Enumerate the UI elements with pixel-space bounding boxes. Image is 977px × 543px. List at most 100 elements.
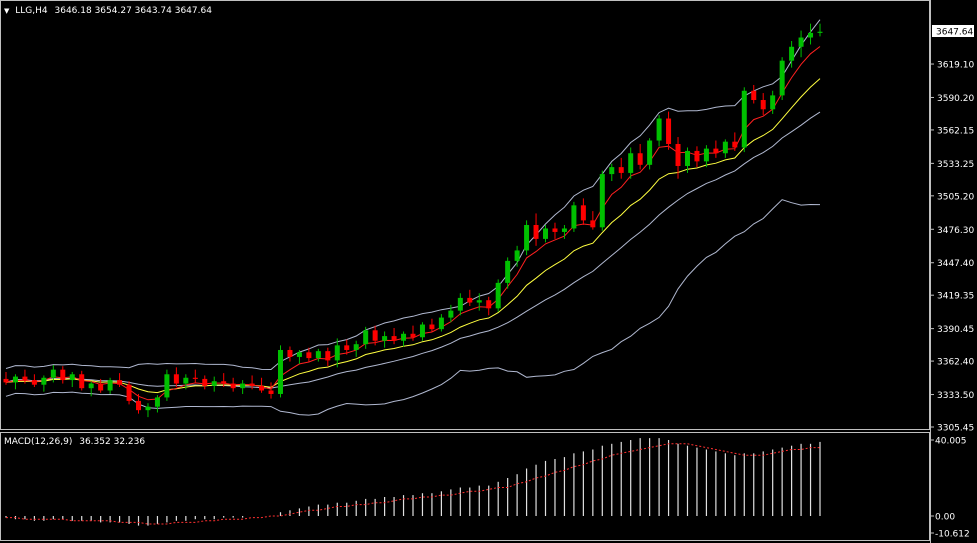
candle-body (808, 32, 814, 38)
candle-body (524, 225, 530, 251)
candle (12, 374, 18, 390)
candle (760, 93, 766, 116)
candle-body (401, 333, 407, 341)
candle (277, 345, 283, 398)
candle (514, 245, 520, 267)
candle-body (637, 153, 643, 165)
candle-body (306, 352, 312, 359)
macd-axis-ticks: 40.005 0.00 -10.612 (930, 437, 970, 540)
candle-body (344, 345, 350, 350)
price-tick-label: 3447.40 (937, 259, 974, 269)
candle (656, 115, 662, 147)
candle (457, 293, 463, 316)
candle-body (353, 344, 359, 350)
price-tick-label: 3562.15 (937, 126, 974, 136)
moving-averages (5, 46, 821, 401)
candle (524, 220, 530, 256)
candle-body (117, 380, 123, 385)
candle (3, 371, 9, 385)
candle-body (277, 349, 283, 394)
candle (401, 331, 407, 347)
candle (41, 375, 47, 392)
candle (230, 377, 236, 392)
candle (69, 371, 75, 388)
candle (296, 349, 302, 364)
candle (722, 139, 728, 158)
candle (486, 296, 492, 316)
price-tick-label: 3362.40 (937, 358, 974, 368)
candle-body (230, 383, 236, 389)
candle-body (12, 376, 18, 383)
candle (808, 23, 814, 45)
candle (467, 289, 473, 307)
candle-body (382, 336, 388, 341)
candle-body (609, 167, 615, 175)
candle-body (268, 390, 274, 394)
candle-body (334, 345, 340, 361)
candle-body (770, 95, 776, 110)
candle-body (722, 141, 728, 154)
candle-body (372, 330, 378, 341)
slow-ma-line (5, 78, 821, 394)
candle-body (789, 46, 795, 61)
candle-body (315, 351, 321, 359)
candle-body (259, 385, 265, 391)
candle (325, 347, 331, 367)
symbol-timeframe: LLG,H4 (15, 6, 48, 16)
candle-body (476, 300, 482, 303)
macd-header: MACD(12,26,9) 36.352 32.236 (4, 437, 145, 447)
candle-body (164, 374, 170, 398)
candle-body (618, 167, 624, 173)
candle-body (647, 140, 653, 165)
candle-body (391, 336, 397, 341)
price-tick-label: 3619.10 (937, 61, 974, 71)
main-chart-frame (0, 0, 930, 430)
candle-body (694, 150, 700, 162)
candle-body (296, 352, 302, 357)
candle (533, 213, 539, 246)
macd-label: MACD(12,26,9) (4, 437, 72, 447)
candle-body (713, 148, 719, 154)
header-arrow-icon[interactable]: ▼ (4, 7, 10, 15)
candle (382, 331, 388, 348)
candle-body (732, 141, 738, 148)
macd-histogram (5, 438, 821, 526)
candle (315, 348, 321, 362)
macd-tick-label: 0.00 (935, 513, 955, 523)
price-tick-label: 3505.20 (937, 192, 974, 202)
candle-body (779, 60, 785, 96)
macd-panel-frame (0, 432, 930, 541)
candle (79, 370, 85, 391)
candle-body (325, 351, 331, 361)
candle-body (666, 118, 672, 144)
candle (732, 132, 738, 151)
candle (779, 57, 785, 101)
bollinger-lower-line (5, 199, 821, 416)
candle-body (50, 369, 56, 378)
candle (495, 279, 501, 312)
candle-body (183, 377, 189, 384)
candle (713, 140, 719, 158)
candle-body (741, 90, 747, 148)
candle-body (599, 174, 605, 228)
candlesticks (3, 23, 823, 418)
candle-body (211, 381, 217, 386)
candle-body (145, 406, 151, 411)
candle-body (3, 378, 9, 383)
candle-body (98, 383, 104, 391)
candle (666, 111, 672, 150)
ohlc-values: 3646.18 3654.27 3643.74 3647.64 (55, 6, 213, 16)
price-tick-label: 3390.45 (937, 325, 974, 335)
candle-body (31, 380, 37, 385)
candle-body (287, 349, 293, 357)
candle (694, 146, 700, 168)
candle-body (675, 143, 681, 166)
candle-body (514, 250, 520, 261)
candle-body (249, 383, 255, 386)
candle-body (703, 148, 709, 162)
bollinger-bands (5, 19, 821, 416)
chart-header: ▼ LLG,H4 3646.18 3654.27 3643.74 3647.64 (4, 6, 212, 16)
candle-body (192, 377, 198, 379)
candle (192, 369, 198, 383)
candle-body (628, 153, 634, 173)
